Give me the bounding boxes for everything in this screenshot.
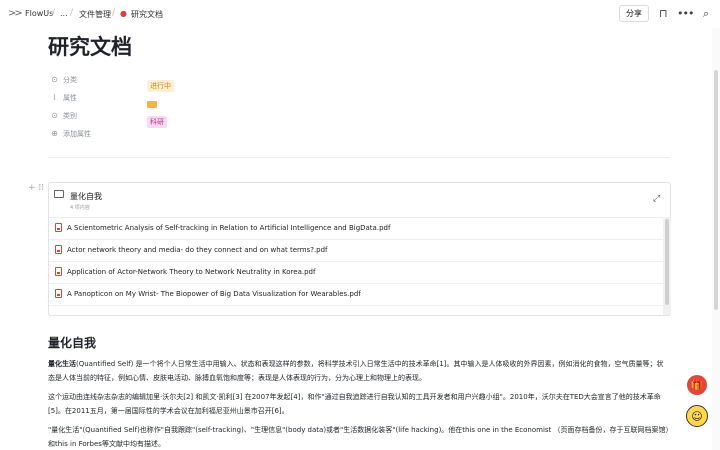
page-scrollbar-thumb[interactable] bbox=[714, 70, 718, 310]
file-name[interactable]: A Scientometric Analysis of Self-trackin… bbox=[67, 224, 390, 232]
property-value[interactable]: 科研 bbox=[147, 109, 167, 128]
paragraph[interactable]: 量化生活(Quantified Self) 是一个将个人日常生活中用输入、状态和… bbox=[48, 357, 670, 385]
plus-circle-icon: ⊕ bbox=[51, 129, 58, 138]
breadcrumb-file-management[interactable]: 文件管理 bbox=[79, 9, 111, 20]
paragraph[interactable]: "量化生活"(Quantified Self)也称作"自我跟踪"(self-tr… bbox=[48, 423, 670, 450]
folder-icon bbox=[54, 190, 64, 198]
pdf-file-icon bbox=[55, 245, 62, 254]
section-heading[interactable]: 量化自我 bbox=[48, 334, 96, 351]
gift-icon[interactable]: 🎁 bbox=[687, 375, 707, 395]
breadcrumb-separator: / bbox=[52, 8, 56, 18]
add-property-label: 添加属性 bbox=[63, 130, 91, 138]
property-value[interactable]: 进行中 bbox=[147, 73, 174, 92]
breadcrumb-current-page[interactable]: 研究文档 bbox=[131, 9, 163, 20]
bold-term: 量化生活 bbox=[48, 360, 76, 368]
expand-icon[interactable]: ⤢ bbox=[653, 194, 660, 204]
database-card: 量化自我 4 项内容 ⤢ A Scientometric Analysis of… bbox=[48, 182, 671, 316]
list-item[interactable]: A Scientometric Analysis of Self-trackin… bbox=[49, 218, 663, 240]
pdf-file-icon bbox=[55, 267, 62, 276]
folder-icon bbox=[147, 101, 157, 108]
share-button[interactable]: 分享 bbox=[619, 5, 649, 22]
file-list: A Scientometric Analysis of Self-trackin… bbox=[49, 217, 663, 317]
top-bar: >> FlowUs / ... / 文件管理 / ● 研究文档 分享 ⊓ •••… bbox=[0, 0, 720, 28]
file-list-scrollbar-thumb[interactable] bbox=[665, 219, 669, 305]
help-assistant-icon[interactable]: ☺ bbox=[686, 405, 708, 427]
database-item-count: 4 项内容 bbox=[70, 205, 90, 211]
pdf-file-icon bbox=[55, 289, 62, 298]
breadcrumb-separator: / bbox=[112, 8, 116, 18]
property-name: 类别 bbox=[63, 112, 77, 120]
paragraph-text: (Quantified Self) 是一个将个人日常生活中用输入、状态和表现这样… bbox=[48, 360, 664, 382]
property-type-row[interactable]: ⊙ 类别 科研 bbox=[50, 110, 250, 128]
property-value[interactable] bbox=[147, 91, 157, 110]
database-title[interactable]: 量化自我 bbox=[70, 191, 102, 202]
list-item[interactable]: Application of Actor-Network Theory to N… bbox=[49, 262, 663, 284]
more-options-icon[interactable]: ••• bbox=[677, 7, 694, 20]
file-name[interactable]: A Panopticon on My Wrist- The Biopower o… bbox=[67, 290, 361, 298]
list-item[interactable]: Actor network theory and media- do they … bbox=[49, 240, 663, 262]
add-property-button[interactable]: ⊕ 添加属性 bbox=[50, 128, 250, 142]
select-icon: ⊙ bbox=[51, 111, 58, 120]
list-item[interactable]: A Panopticon on My Wrist- The Biopower o… bbox=[49, 284, 663, 306]
pdf-file-icon bbox=[55, 223, 62, 232]
property-attribute-row[interactable]: ⌇ 属性 bbox=[50, 92, 250, 108]
block-drag-handle-icon[interactable]: + ⁞⁞ bbox=[28, 183, 44, 193]
property-name: 属性 bbox=[63, 94, 77, 102]
breadcrumb-separator: / bbox=[70, 8, 74, 18]
breadcrumb-ellipsis[interactable]: ... bbox=[60, 9, 68, 18]
property-category-row[interactable]: ⊙ 分类 进行中 bbox=[50, 74, 250, 92]
expand-sidebar-icon[interactable]: >> bbox=[8, 8, 23, 19]
category-tag: 科研 bbox=[147, 116, 167, 128]
pin-icon[interactable]: ⊓ bbox=[659, 7, 668, 20]
divider bbox=[48, 157, 670, 158]
breadcrumb-flowus[interactable]: FlowUs bbox=[25, 9, 53, 18]
search-icon[interactable]: ⌕ bbox=[703, 7, 709, 21]
page-title[interactable]: 研究文档 bbox=[48, 31, 132, 61]
paragraph[interactable]: 这个运动由连线杂志杂志的编辑加里·沃尔夫[2] 和凯文·凯利[3] 在2007年… bbox=[48, 390, 670, 418]
file-name[interactable]: Actor network theory and media- do they … bbox=[67, 246, 328, 254]
balloon-icon: ● bbox=[120, 9, 127, 18]
paperclip-icon: ⌇ bbox=[52, 93, 57, 102]
property-name: 分类 bbox=[63, 76, 77, 84]
file-name[interactable]: Application of Actor-Network Theory to N… bbox=[67, 268, 315, 276]
select-icon: ⊙ bbox=[51, 75, 58, 84]
